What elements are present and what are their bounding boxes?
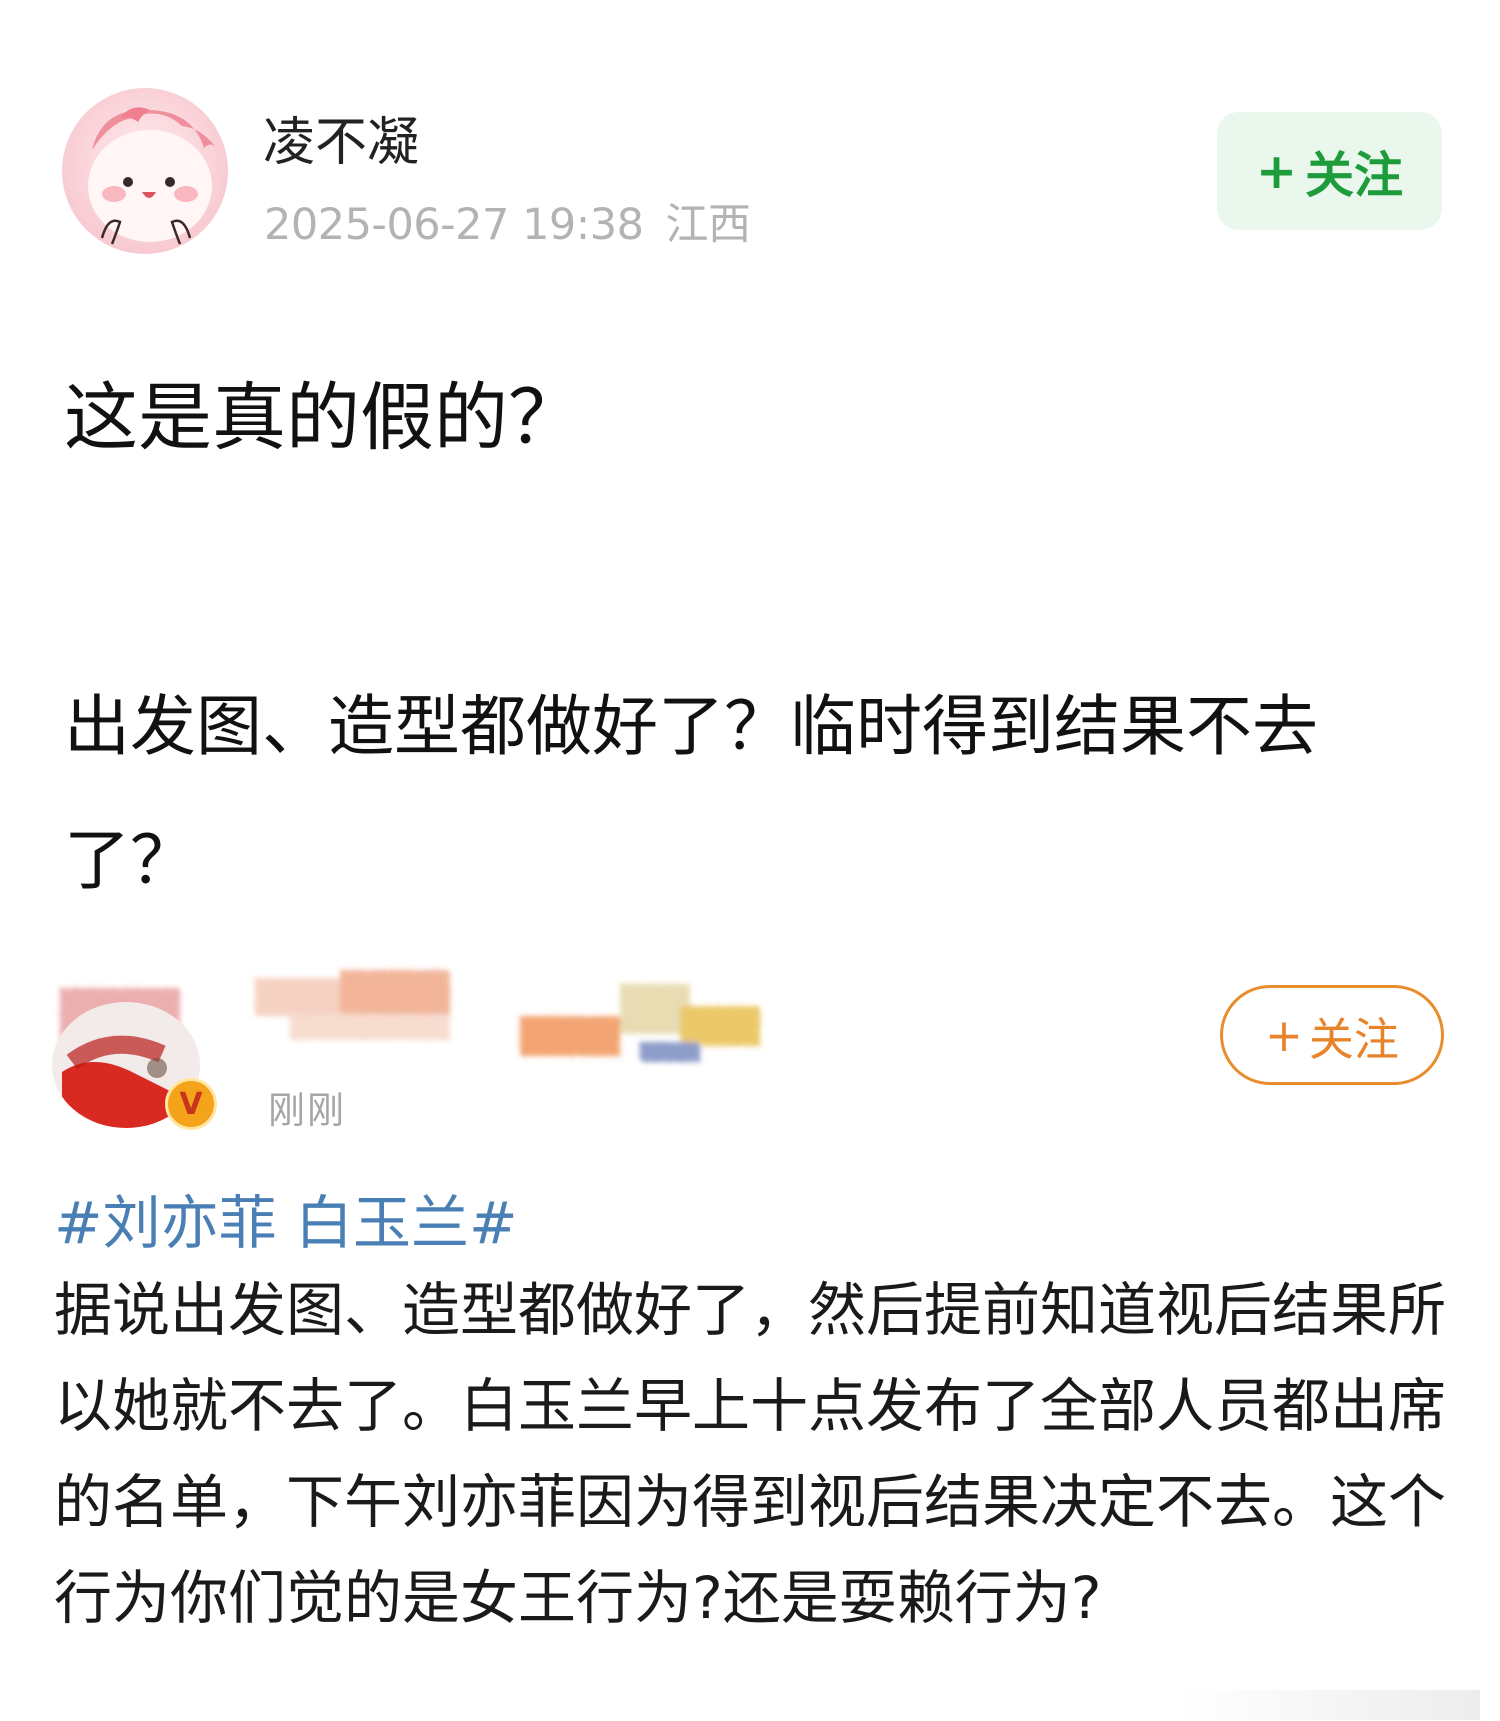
post-datetime: 2025-06-27 19:38 [264,200,644,250]
author-name[interactable]: 凌不凝 [263,100,419,175]
plus-icon: + [1265,1008,1303,1062]
cartoon-face-icon [62,88,228,254]
follow-label: 关注 [1308,1012,1399,1066]
post-body: 出发图、造型都做好了？临时得到结果不去了？ [64,688,1318,899]
plus-icon: + [1255,142,1298,200]
hashtag-link[interactable]: #刘亦菲 白玉兰# [54,1176,518,1260]
quoted-post-time: 刚刚 [268,1089,346,1132]
author-avatar[interactable] [62,88,228,254]
quoted-follow-button[interactable]: + 关注 [1220,985,1444,1085]
follow-label: 关注 [1305,146,1404,204]
post-title: 这是真的假的？ [64,375,582,461]
post-location: 江西 [665,200,751,250]
verified-v-icon: V [165,1078,217,1130]
image-artifact [1180,1690,1480,1720]
follow-button[interactable]: + 关注 [1217,112,1442,230]
post-meta: 2025-06-27 19:38 江西 [264,190,751,252]
quoted-post-body: 据说出发图、造型都做好了，然后提前知道视后结果所以她就不去了。白玉兰早上十点发布… [54,1276,1447,1632]
